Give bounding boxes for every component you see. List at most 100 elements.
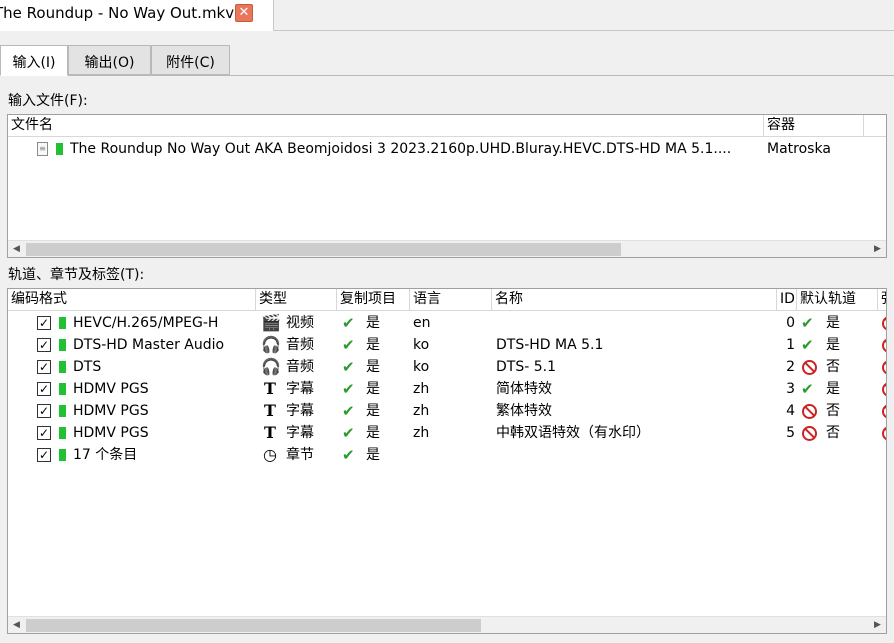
status-marker — [59, 405, 66, 417]
default-cell: 是 — [826, 381, 840, 397]
default-cell: 否 — [826, 359, 840, 375]
tracks-hscrollbar[interactable]: ◀ ▶ — [8, 616, 886, 633]
column-codec[interactable]: 编码格式 — [8, 289, 256, 311]
codec-cell: DTS-HD Master Audio — [73, 337, 225, 353]
copy-cell: 是 — [366, 447, 380, 463]
document-tab-bar: The Roundup - No Way Out.mkv ✕ — [0, 0, 894, 31]
name-cell — [496, 312, 774, 334]
codec-cell: 17 个条目 — [73, 447, 138, 463]
track-row[interactable]: ✓ HDMV PGS T 字幕 ✔ 是 zh 中韩双语特效（有水印） 5 否 — [8, 422, 886, 444]
id-cell: 1 — [786, 337, 795, 353]
scroll-right-icon[interactable]: ▶ — [869, 617, 886, 633]
forced-no-icon — [882, 316, 886, 331]
check-icon: ✔ — [342, 358, 355, 376]
name-cell: DTS-HD MA 5.1 — [496, 337, 604, 353]
document-tab-title: The Roundup - No Way Out.mkv — [0, 4, 235, 22]
check-icon: ✔ — [342, 402, 355, 420]
file-icon: ≡ — [37, 142, 48, 156]
track-row[interactable]: ✓ HDMV PGS T 字幕 ✔ 是 zh 简体特效 3 ✔ 是 — [8, 378, 886, 400]
text-icon: T — [264, 423, 276, 442]
check-icon: ✔ — [342, 380, 355, 398]
type-cell: 章节 — [286, 447, 314, 463]
column-default[interactable]: 默认轨道 — [797, 289, 878, 311]
tracks-header: 编码格式 类型 复制项目 语言 名称 ID 默认轨道 强 — [8, 289, 886, 311]
codec-cell: DTS — [73, 359, 102, 375]
input-files-list[interactable]: 文件名 容器 ≡ The Roundup No Way Out AKA Beom… — [7, 114, 887, 258]
track-checkbox[interactable]: ✓ — [37, 316, 51, 330]
column-forced[interactable]: 强 — [878, 289, 886, 311]
track-row[interactable]: ✓ 17 个条目 ◷ 章节 ✔ 是 — [8, 444, 886, 466]
column-id[interactable]: ID — [777, 289, 797, 311]
codec-cell: HDMV PGS — [73, 425, 149, 441]
track-checkbox[interactable]: ✓ — [37, 426, 51, 440]
scroll-right-icon[interactable]: ▶ — [869, 241, 886, 257]
track-row[interactable]: ✓ HEVC/H.265/MPEG-H 🎬 视频 ✔ 是 en 0 ✔ 是 — [8, 312, 886, 334]
language-cell — [413, 444, 489, 466]
column-file-name[interactable]: 文件名 — [8, 115, 764, 137]
scroll-left-icon[interactable]: ◀ — [8, 617, 25, 633]
tab-attachments[interactable]: 附件(C) — [151, 45, 230, 75]
tab-input[interactable]: 输入(I) — [0, 45, 68, 76]
name-cell: 中韩双语特效（有水印） — [496, 425, 650, 441]
codec-cell: HDMV PGS — [73, 381, 149, 397]
tracks-list[interactable]: 编码格式 类型 复制项目 语言 名称 ID 默认轨道 强 ✓ HEVC/H.265… — [7, 288, 887, 634]
track-row[interactable]: ✓ DTS 🎧 音频 ✔ 是 ko DTS- 5.1 2 否 — [8, 356, 886, 378]
check-icon: ✔ — [801, 314, 814, 332]
id-cell: 5 — [786, 425, 795, 441]
headphones-icon: 🎧 — [261, 335, 281, 354]
container-cell: Matroska — [767, 141, 831, 157]
track-checkbox[interactable]: ✓ — [37, 360, 51, 374]
clock-icon: ◷ — [263, 445, 277, 464]
track-checkbox[interactable]: ✓ — [37, 404, 51, 418]
check-icon: ✔ — [801, 380, 814, 398]
track-checkbox[interactable]: ✓ — [37, 338, 51, 352]
document-tab[interactable]: The Roundup - No Way Out.mkv ✕ — [0, 0, 274, 31]
close-icon[interactable]: ✕ — [235, 4, 253, 22]
input-tab-panel: 输入文件(F): 文件名 容器 ≡ The Roundup No Way Out… — [0, 75, 894, 643]
track-checkbox[interactable]: ✓ — [37, 448, 51, 462]
input-files-hscrollbar[interactable]: ◀ ▶ — [8, 240, 886, 257]
check-icon: ✔ — [342, 424, 355, 442]
no-icon — [802, 426, 817, 441]
track-row[interactable]: ✓ HDMV PGS T 字幕 ✔ 是 zh 繁体特效 4 否 — [8, 400, 886, 422]
status-marker — [56, 143, 63, 155]
column-copy[interactable]: 复制项目 — [337, 289, 410, 311]
default-cell: 是 — [826, 315, 840, 331]
scroll-thumb[interactable] — [26, 619, 481, 632]
check-icon: ✔ — [342, 314, 355, 332]
forced-no-icon — [882, 338, 886, 353]
name-cell — [496, 444, 774, 466]
copy-cell: 是 — [366, 381, 380, 397]
column-language[interactable]: 语言 — [410, 289, 492, 311]
status-marker — [59, 317, 66, 329]
status-marker — [59, 449, 66, 461]
text-icon: T — [264, 401, 276, 420]
language-cell: en — [413, 315, 431, 331]
type-cell: 音频 — [286, 337, 314, 353]
type-cell: 字幕 — [286, 381, 314, 397]
status-marker — [59, 427, 66, 439]
column-container[interactable]: 容器 — [764, 115, 864, 137]
column-name[interactable]: 名称 — [492, 289, 777, 311]
default-cell: 否 — [826, 403, 840, 419]
scroll-left-icon[interactable]: ◀ — [8, 241, 25, 257]
copy-cell: 是 — [366, 315, 380, 331]
copy-cell: 是 — [366, 337, 380, 353]
type-cell: 音频 — [286, 359, 314, 375]
input-files-header: 文件名 容器 — [8, 115, 886, 137]
track-checkbox[interactable]: ✓ — [37, 382, 51, 396]
check-icon: ✔ — [342, 446, 355, 464]
default-cell: 否 — [826, 425, 840, 441]
input-file-row[interactable]: ≡ The Roundup No Way Out AKA Beomjoidosi… — [8, 138, 886, 160]
name-cell: 简体特效 — [496, 381, 552, 397]
id-cell: 4 — [786, 403, 795, 419]
name-cell: 繁体特效 — [496, 403, 552, 419]
tracks-label: 轨道、章节及标签(T): — [8, 267, 145, 283]
scroll-thumb[interactable] — [26, 243, 621, 256]
column-type[interactable]: 类型 — [256, 289, 337, 311]
status-marker — [59, 361, 66, 373]
type-cell: 字幕 — [286, 425, 314, 441]
track-row[interactable]: ✓ DTS-HD Master Audio 🎧 音频 ✔ 是 ko DTS-HD MA 5.1… — [8, 334, 886, 356]
copy-cell: 是 — [366, 359, 380, 375]
tab-output[interactable]: 输出(O) — [68, 45, 151, 75]
